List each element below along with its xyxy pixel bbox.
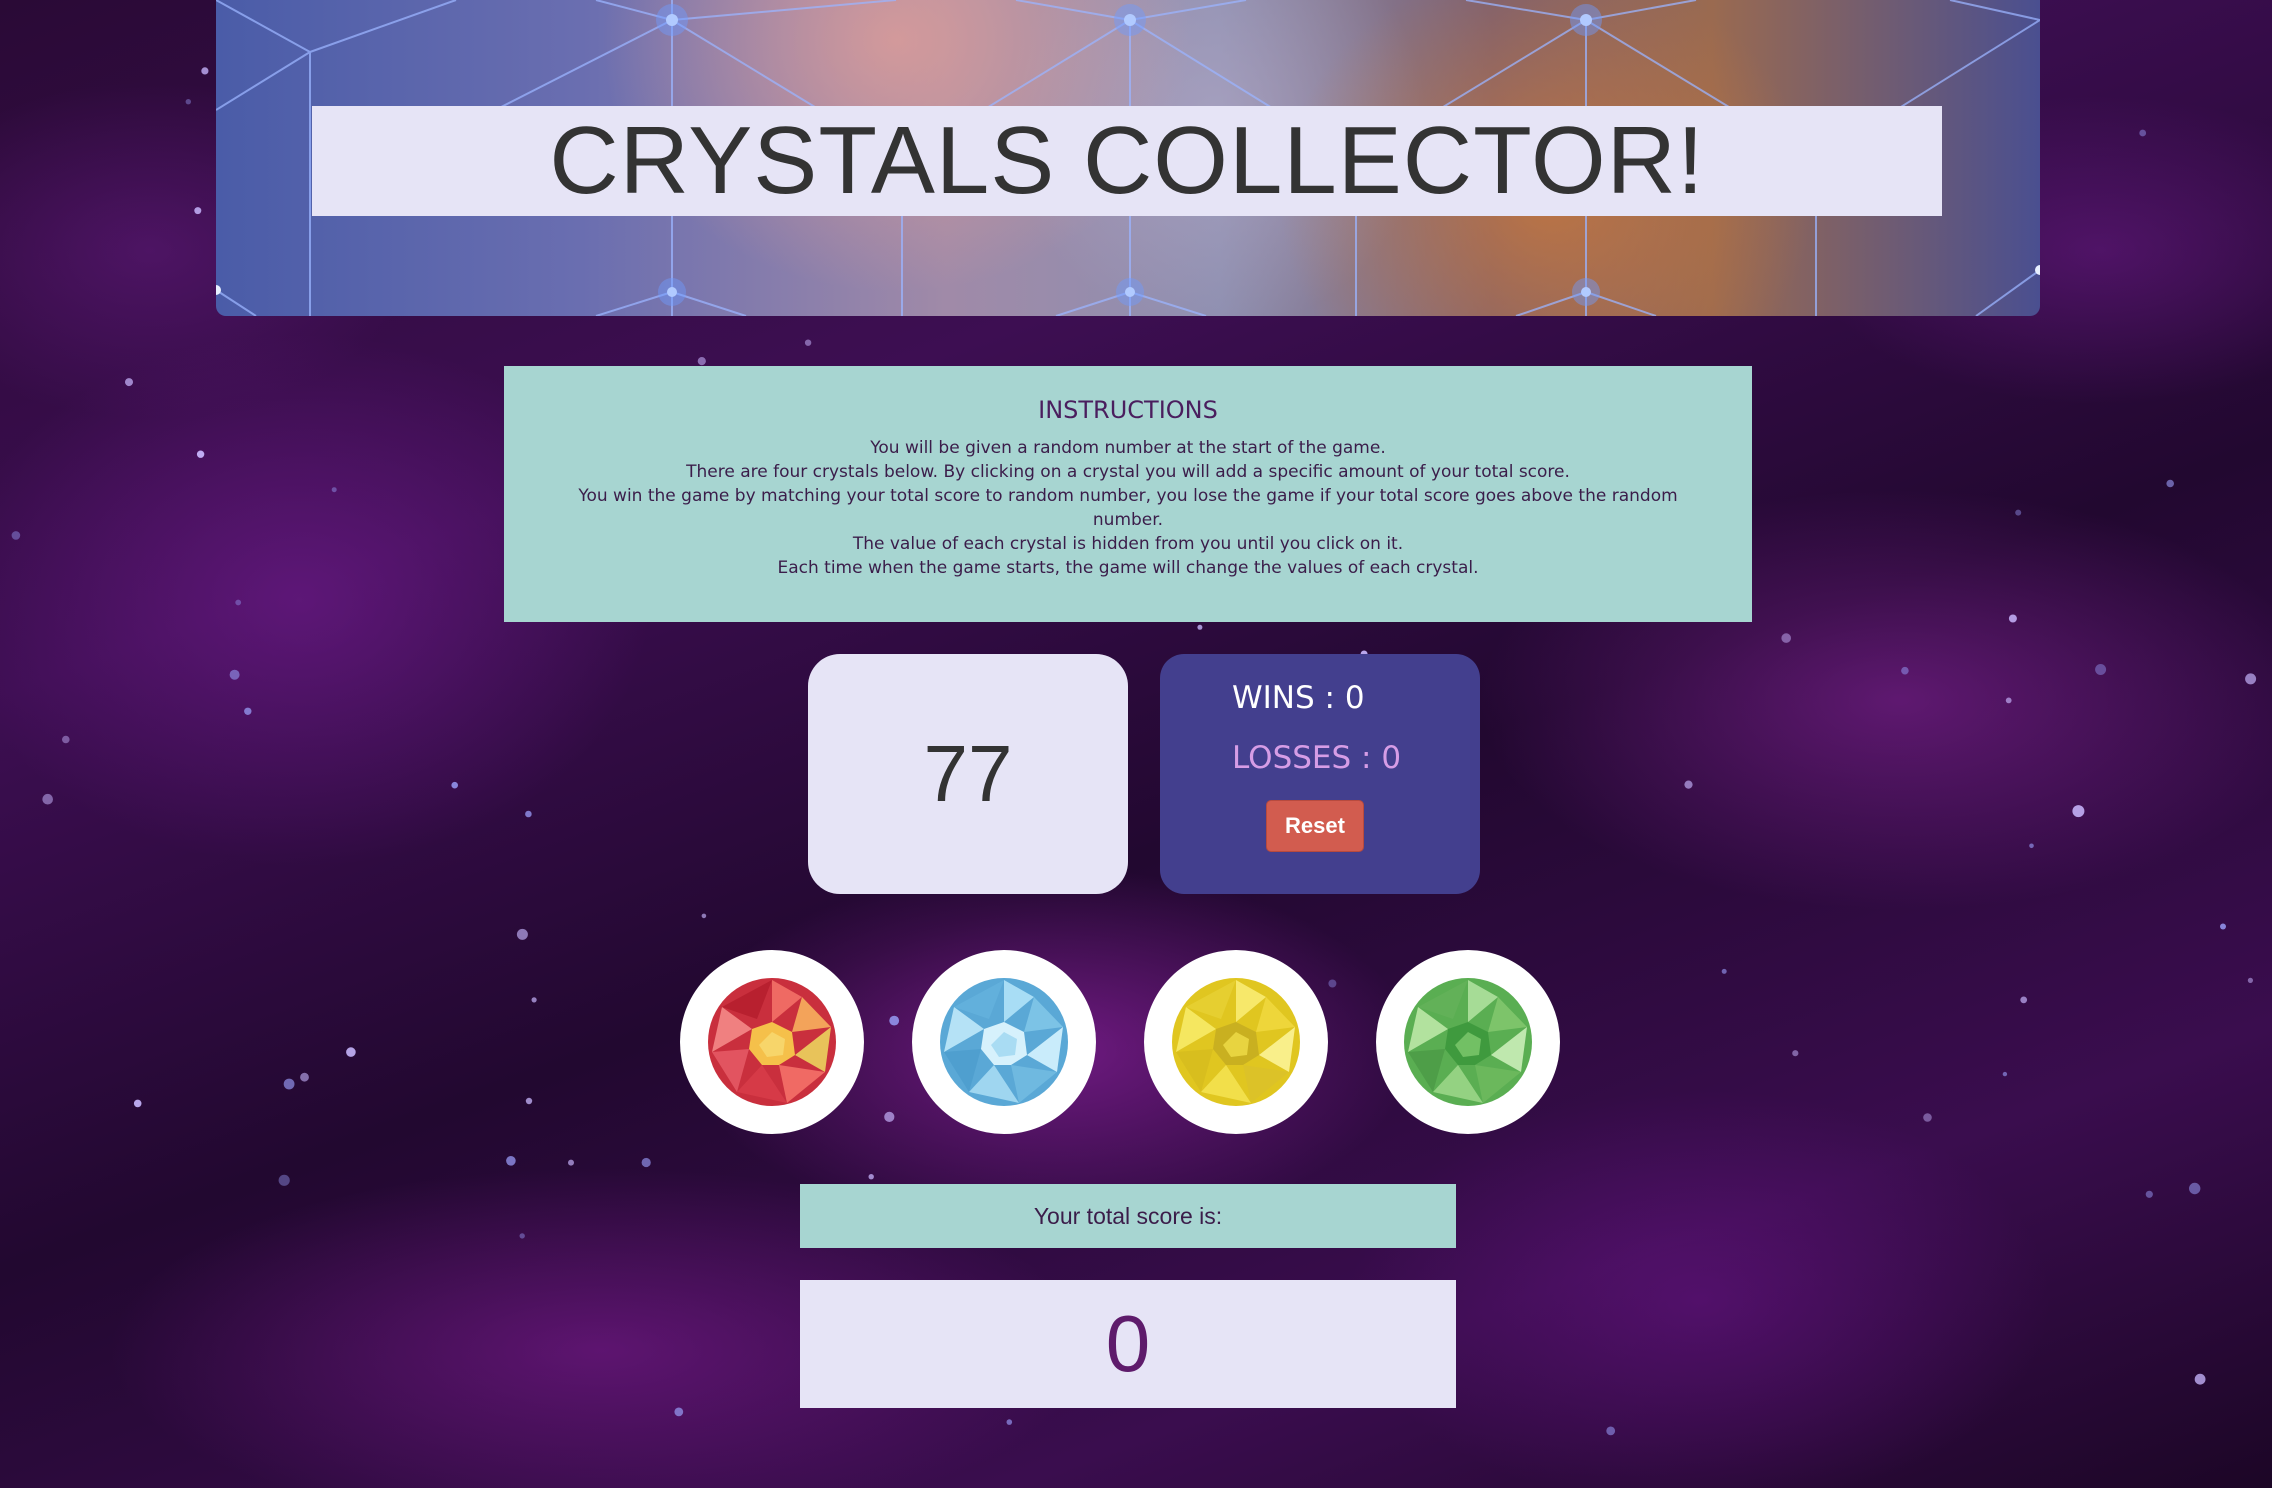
star bbox=[868, 1174, 874, 1180]
star bbox=[1328, 979, 1337, 988]
star bbox=[229, 669, 240, 680]
star bbox=[1901, 666, 1909, 675]
star bbox=[2189, 1182, 2201, 1195]
stats-panel: WINS : 0 LOSSES : 0 Reset bbox=[1160, 654, 1480, 894]
star bbox=[519, 1233, 525, 1239]
star bbox=[697, 357, 706, 366]
star bbox=[283, 1078, 295, 1090]
star bbox=[2029, 843, 2034, 849]
star bbox=[2008, 614, 2017, 623]
star bbox=[331, 487, 337, 493]
page-title: CRYSTALS COLLECTOR! bbox=[549, 107, 1705, 214]
star bbox=[1684, 780, 1693, 789]
star bbox=[2002, 1071, 2008, 1077]
losses-counter: LOSSES : 0 bbox=[1232, 740, 1402, 776]
star bbox=[133, 1099, 142, 1108]
star bbox=[42, 793, 53, 805]
instruction-line: You will be given a random number at the… bbox=[870, 438, 1386, 458]
star bbox=[1606, 1426, 1616, 1436]
star bbox=[235, 599, 242, 606]
green-crystal-icon bbox=[1404, 978, 1532, 1106]
star bbox=[346, 1047, 356, 1057]
star bbox=[674, 1407, 684, 1417]
star bbox=[2005, 697, 2012, 704]
blue-crystal-icon bbox=[940, 978, 1068, 1106]
crystal-button-red[interactable] bbox=[680, 950, 864, 1134]
crystal-button-blue[interactable] bbox=[912, 950, 1096, 1134]
instruction-line: There are four crystals below. By clicki… bbox=[686, 462, 1570, 482]
star bbox=[62, 735, 70, 744]
instruction-line: Each time when the game starts, the game… bbox=[777, 558, 1479, 578]
star bbox=[2247, 977, 2253, 984]
star bbox=[2015, 509, 2022, 516]
star bbox=[525, 810, 532, 818]
star bbox=[531, 997, 537, 1003]
star bbox=[2020, 996, 2028, 1004]
instructions-panel: INSTRUCTIONS You will be given a random … bbox=[504, 366, 1752, 622]
star bbox=[701, 913, 707, 919]
star bbox=[516, 928, 528, 940]
total-score-box: 0 bbox=[800, 1280, 1456, 1408]
instruction-line: The value of each crystal is hidden from… bbox=[852, 534, 1404, 554]
star bbox=[2194, 1373, 2206, 1385]
star bbox=[804, 339, 812, 346]
star bbox=[300, 1072, 309, 1082]
star bbox=[278, 1174, 290, 1186]
star bbox=[244, 707, 252, 715]
star bbox=[641, 1157, 651, 1168]
crystal-button-yellow[interactable] bbox=[1144, 950, 1328, 1134]
crystal-button-green[interactable] bbox=[1376, 950, 1560, 1134]
star bbox=[2072, 805, 2085, 818]
star bbox=[2220, 923, 2226, 930]
star bbox=[884, 1111, 895, 1122]
star bbox=[2139, 129, 2147, 137]
star bbox=[185, 99, 191, 105]
star bbox=[1197, 624, 1203, 630]
star bbox=[2145, 1190, 2153, 1198]
star bbox=[506, 1156, 516, 1166]
instructions-heading: INSTRUCTIONS bbox=[1038, 396, 1218, 424]
title-box: CRYSTALS COLLECTOR! bbox=[312, 106, 1942, 216]
star bbox=[1781, 633, 1791, 643]
reset-button[interactable]: Reset bbox=[1266, 800, 1364, 852]
total-score-value: 0 bbox=[1105, 1299, 1151, 1388]
star bbox=[1006, 1419, 1013, 1425]
star bbox=[1792, 1050, 1799, 1057]
wins-counter: WINS : 0 bbox=[1232, 680, 1365, 716]
star bbox=[125, 378, 133, 387]
star bbox=[451, 781, 459, 789]
star bbox=[525, 1097, 533, 1105]
star bbox=[568, 1159, 574, 1166]
star bbox=[201, 67, 209, 75]
star bbox=[196, 450, 205, 458]
target-number: 77 bbox=[923, 729, 1013, 818]
target-number-box: 77 bbox=[808, 654, 1128, 894]
red-crystal-icon bbox=[708, 978, 836, 1106]
star bbox=[2245, 673, 2257, 685]
star bbox=[11, 531, 21, 540]
star bbox=[2095, 664, 2107, 675]
star bbox=[2166, 479, 2174, 488]
star bbox=[194, 207, 202, 215]
header-banner: CRYSTALS COLLECTOR! bbox=[216, 0, 2040, 316]
star bbox=[1923, 1113, 1932, 1122]
instruction-line: You win the game by matching your total … bbox=[578, 486, 1678, 530]
total-score-label: Your total score is: bbox=[800, 1184, 1456, 1248]
star bbox=[1721, 968, 1727, 974]
yellow-crystal-icon bbox=[1172, 978, 1300, 1106]
star bbox=[889, 1015, 900, 1026]
